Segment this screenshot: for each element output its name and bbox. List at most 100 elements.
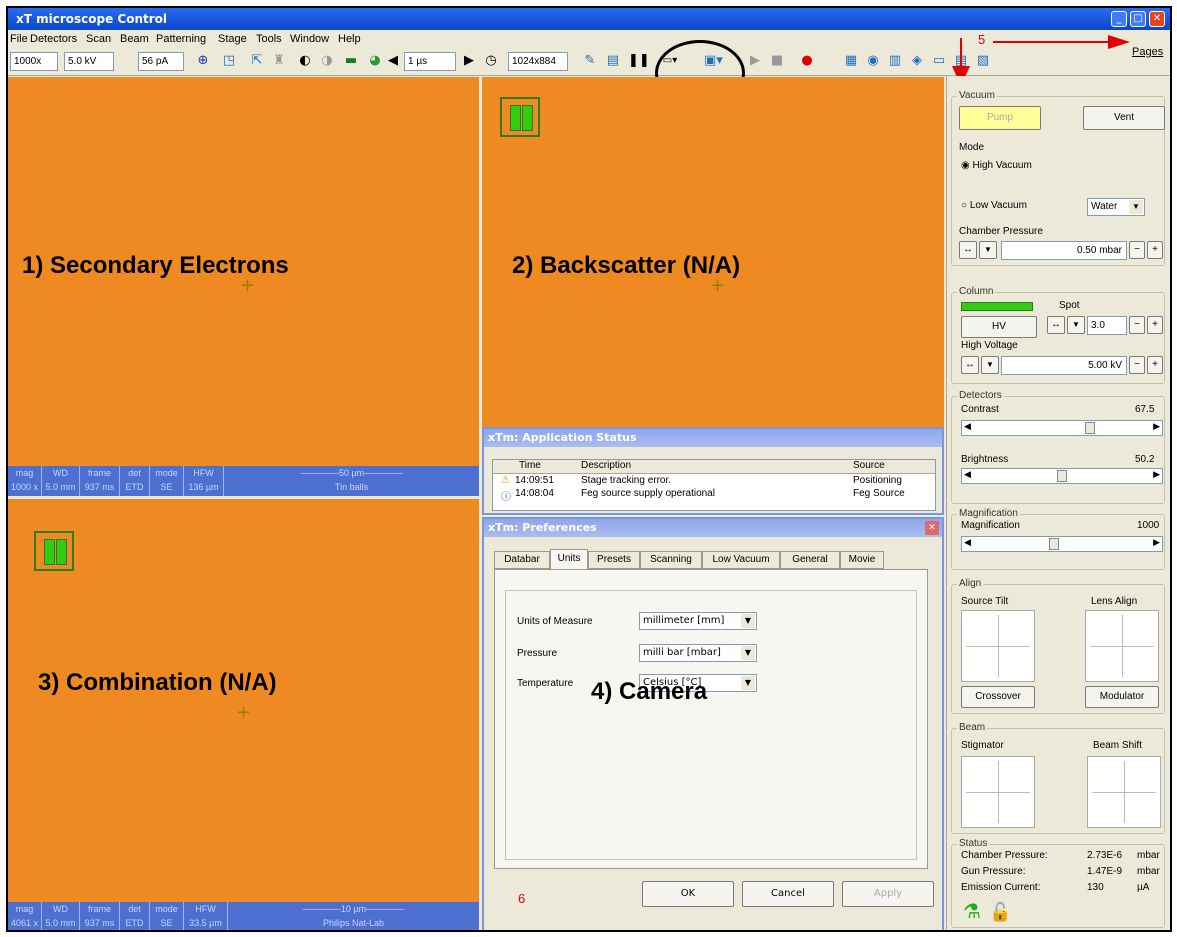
- flask-icon[interactable]: ⚗: [963, 902, 981, 922]
- tab-movie[interactable]: Movie: [840, 551, 884, 569]
- slider-left-icon[interactable]: ◀: [964, 537, 971, 548]
- spot-field[interactable]: 3.0: [1087, 316, 1127, 335]
- snapshot-icon[interactable]: ✎: [581, 52, 599, 70]
- header-time[interactable]: Time: [519, 460, 541, 471]
- dwell-time-box[interactable]: 1 µs: [404, 52, 456, 71]
- chamber-dropdown-icon[interactable]: ▼: [979, 241, 997, 259]
- tab-presets[interactable]: Presets: [588, 551, 640, 569]
- minimize-button[interactable]: _: [1111, 11, 1127, 27]
- crosshair-icon[interactable]: ⊕: [194, 52, 212, 70]
- tab-general[interactable]: General: [780, 551, 840, 569]
- pages-label[interactable]: Pages: [1132, 46, 1163, 58]
- units-of-measure-select[interactable]: millimeter [mm] ▼: [639, 612, 757, 630]
- chamber-expand-button[interactable]: ↔: [959, 241, 977, 259]
- tab-databar[interactable]: Databar: [494, 551, 550, 569]
- tab-scanning[interactable]: Scanning: [640, 551, 702, 569]
- photo-icon[interactable]: ▤: [604, 52, 622, 70]
- page-icon-2[interactable]: ◉: [864, 52, 882, 70]
- slower-icon[interactable]: ◀: [384, 52, 402, 70]
- menu-detectors[interactable]: Detectors: [30, 30, 77, 48]
- page-icon-1[interactable]: ▦: [842, 52, 860, 70]
- cancel-button[interactable]: Cancel: [742, 881, 834, 907]
- slider-right-icon[interactable]: ▶: [1153, 421, 1160, 432]
- spot-expand-button[interactable]: ↔: [1047, 316, 1065, 334]
- ok-button[interactable]: OK: [642, 881, 734, 907]
- menu-tools[interactable]: Tools: [256, 30, 282, 48]
- pause-icon[interactable]: ❚❚: [628, 52, 650, 70]
- slider-right-icon[interactable]: ▶: [1153, 469, 1160, 480]
- header-description[interactable]: Description: [581, 460, 631, 471]
- table-row[interactable]: ⚠ 14:09:51 Stage tracking error. Positio…: [493, 475, 935, 488]
- preferences-close-icon[interactable]: ✕: [925, 521, 939, 535]
- page-icon-4[interactable]: ◈: [908, 52, 926, 70]
- page-icon-3[interactable]: ▥: [886, 52, 904, 70]
- slider-left-icon[interactable]: ◀: [964, 469, 971, 480]
- spot-dropdown-icon[interactable]: ▼: [1067, 316, 1085, 334]
- quadrant-combination[interactable]: 3) Combination (N/A) + mag 4061 x WD 5.0 m…: [8, 499, 479, 930]
- tab-low-vacuum[interactable]: Low Vacuum: [702, 551, 780, 569]
- page-icon-5[interactable]: ▭: [930, 52, 948, 70]
- high-vacuum-radio[interactable]: ◉ High Vacuum: [961, 160, 1032, 171]
- header-source[interactable]: Source: [853, 460, 885, 471]
- pattern-stop-icon[interactable]: ■: [768, 52, 786, 70]
- stigmator-pad[interactable]: [961, 756, 1035, 828]
- low-vacuum-radio[interactable]: ○ Low Vacuum: [961, 200, 1027, 211]
- magnification-slider[interactable]: ◀ ▶: [961, 536, 1163, 552]
- menu-patterning[interactable]: Patterning: [156, 30, 206, 48]
- hv-increase-button[interactable]: +: [1147, 356, 1163, 374]
- high-voltage-field[interactable]: 5.00 kV: [1001, 356, 1127, 375]
- crossover-button[interactable]: Crossover: [961, 686, 1035, 708]
- slider-right-icon[interactable]: ▶: [1153, 537, 1160, 548]
- maximize-button[interactable]: □: [1130, 11, 1146, 27]
- brightness-slider[interactable]: ◀ ▶: [961, 468, 1163, 484]
- hv-decrease-button[interactable]: −: [1129, 356, 1145, 374]
- contrast-slider[interactable]: ◀ ▶: [961, 420, 1163, 436]
- timer-icon[interactable]: ◷: [482, 52, 500, 70]
- magnification-box[interactable]: 1000x: [10, 52, 58, 71]
- close-button[interactable]: ✕: [1149, 11, 1165, 27]
- hv-expand-button[interactable]: ↔: [961, 356, 979, 374]
- chamber-increase-button[interactable]: +: [1147, 241, 1163, 259]
- hv-dropdown-icon[interactable]: ▼: [981, 356, 999, 374]
- record-icon[interactable]: ●: [798, 52, 816, 70]
- menu-stage[interactable]: Stage: [218, 30, 247, 48]
- magnification-thumb[interactable]: [1049, 538, 1059, 550]
- source-tilt-pad[interactable]: [961, 610, 1035, 682]
- slider-left-icon[interactable]: ◀: [964, 421, 971, 432]
- spot-decrease-button[interactable]: −: [1129, 316, 1145, 334]
- pressure-select[interactable]: milli bar [mbar] ▼: [639, 644, 757, 662]
- menu-beam[interactable]: Beam: [120, 30, 149, 48]
- beam-current-box[interactable]: 56 pA: [138, 52, 184, 71]
- scan-speed-icon[interactable]: ◕: [366, 52, 384, 70]
- modulator-button[interactable]: Modulator: [1085, 686, 1159, 708]
- gas-select[interactable]: Water ▼: [1087, 198, 1145, 216]
- apply-button[interactable]: Apply: [842, 881, 934, 907]
- video-icon[interactable]: ▬: [342, 52, 360, 70]
- voltage-box[interactable]: 5.0 kV: [64, 52, 114, 71]
- quadrant-secondary-electrons[interactable]: 1) Secondary Electrons + mag 1000 x WD 5.0…: [8, 77, 479, 496]
- brightness-icon[interactable]: ◑: [318, 52, 336, 70]
- stage-icon[interactable]: ♜: [270, 52, 288, 70]
- lens-align-pad[interactable]: [1085, 610, 1159, 682]
- lock-icon[interactable]: 🔓: [989, 902, 1011, 922]
- menu-help[interactable]: Help: [338, 30, 361, 48]
- brightness-thumb[interactable]: [1057, 470, 1067, 482]
- select-icon[interactable]: ⇱: [248, 52, 266, 70]
- faster-icon[interactable]: ▶: [460, 52, 478, 70]
- chamber-pressure-field[interactable]: 0.50 mbar: [1001, 241, 1127, 260]
- contrast-icon[interactable]: ◐: [296, 52, 314, 70]
- page-icon-7[interactable]: ▧: [974, 52, 992, 70]
- resolution-box[interactable]: 1024x884: [508, 52, 568, 71]
- pump-button[interactable]: Pump: [959, 106, 1041, 130]
- contrast-thumb[interactable]: [1085, 422, 1095, 434]
- hv-button[interactable]: HV: [961, 316, 1037, 338]
- spot-increase-button[interactable]: +: [1147, 316, 1163, 334]
- menu-file[interactable]: File: [10, 30, 28, 48]
- table-row[interactable]: ⓘ 14:08:04 Feg source supply operational…: [493, 488, 935, 503]
- beam-shift-pad[interactable]: [1087, 756, 1161, 828]
- chamber-decrease-button[interactable]: −: [1129, 241, 1145, 259]
- vent-button[interactable]: Vent: [1083, 106, 1165, 130]
- reduced-area-icon[interactable]: ◳: [220, 52, 238, 70]
- pattern-play-icon[interactable]: ▶: [746, 52, 764, 70]
- menu-scan[interactable]: Scan: [86, 30, 111, 48]
